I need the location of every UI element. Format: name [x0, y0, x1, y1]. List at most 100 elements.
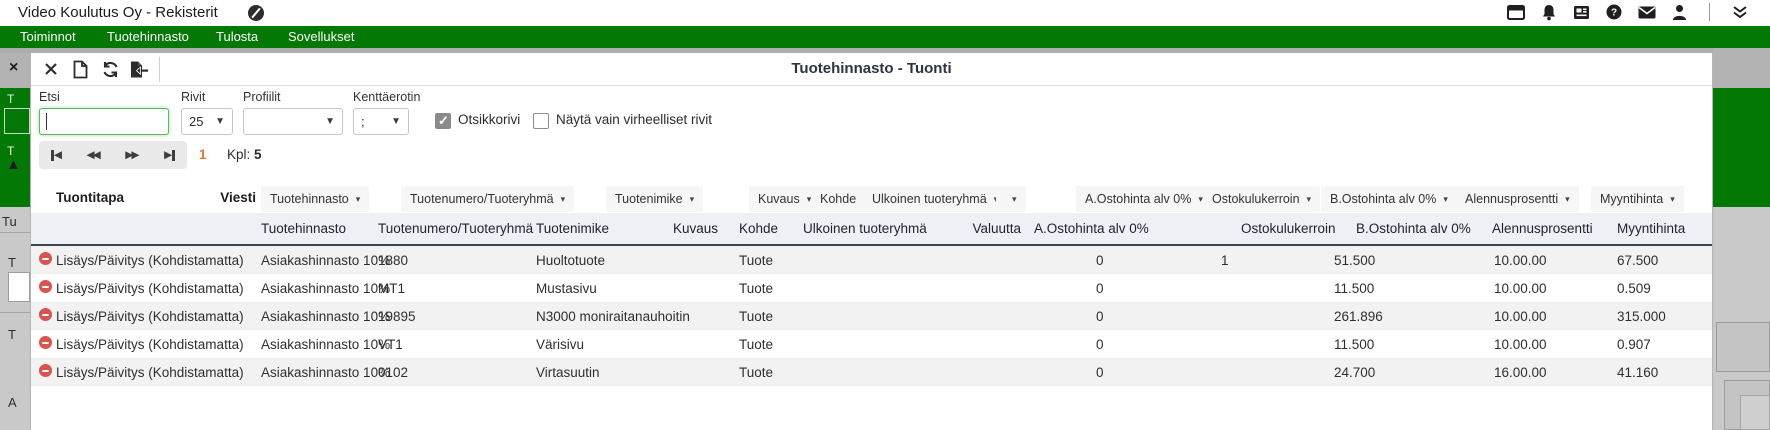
- chevron-down-icon: ▾: [561, 194, 566, 205]
- prev-page-button[interactable]: ◀◀: [87, 150, 101, 161]
- cell-myyntihinta: 0.509: [1617, 281, 1705, 296]
- virheelliset-checkbox[interactable]: [533, 113, 549, 129]
- chevron-down-icon: ▾: [690, 194, 695, 205]
- table-row[interactable]: Lisäys/Päivitys (Kohdistamatta)Asiakashi…: [31, 358, 1712, 386]
- search-input[interactable]: [39, 108, 169, 135]
- remove-row-icon[interactable]: [39, 308, 52, 321]
- table-row[interactable]: Lisäys/Päivitys (Kohdistamatta) Asiakashi…: [31, 302, 1712, 330]
- current-page-number[interactable]: 1: [199, 147, 207, 162]
- remove-row-icon[interactable]: [39, 280, 52, 293]
- remove-row-icon[interactable]: [39, 252, 52, 265]
- background-right-top: [1713, 48, 1770, 88]
- cell-tuotehinnasto: Asiakashinnasto 10%: [261, 281, 378, 296]
- tuontitapa-header: Tuontitapa: [56, 190, 124, 205]
- collapse-chevrons-icon[interactable]: [1732, 5, 1748, 19]
- help-icon[interactable]: ?: [1606, 4, 1622, 20]
- background-tab: ×: [0, 53, 30, 88]
- cell-tuotehinnasto: Asiakashinnasto 10%: [261, 309, 378, 324]
- cell-tuontitapa: Lisäys/Päivitys (Kohdistamatta): [56, 309, 206, 324]
- cell-alennusprosentti: 10.00.00: [1492, 253, 1617, 268]
- cell-b_ostohinta_alv0: 11.500: [1334, 337, 1492, 352]
- cell-a_ostohinta_alv0: 0: [1031, 365, 1156, 380]
- profiles-select[interactable]: ▼: [243, 108, 343, 135]
- menu-item-tuotehinnasto[interactable]: Tuotehinnasto: [107, 29, 189, 44]
- column-header-ostokulukerroin: Ostokulukerroin: [1156, 221, 1334, 236]
- cell-tuotenumero: 19895: [378, 309, 536, 324]
- table-body: Lisäys/Päivitys (Kohdistamatta) Asiakashi…: [31, 246, 1712, 386]
- cell-ostokulukerroin: 1: [1156, 253, 1334, 268]
- cell-tuotenimike: Mustasivu: [536, 281, 673, 296]
- bg-box: [1716, 322, 1770, 372]
- chevron-down-icon: ▾: [1443, 194, 1448, 205]
- cell-tuontitapa: Lisäys/Päivitys (Kohdistamatta): [56, 365, 206, 380]
- cell-b_ostohinta_alv0: 11.500: [1334, 281, 1492, 296]
- table-header-row: TuotehinnastoTuotenumero/TuoteryhmäTuote…: [31, 213, 1712, 246]
- next-page-button[interactable]: ▶▶: [125, 150, 139, 161]
- titlebar-separator: [1709, 3, 1710, 21]
- cell-tuotenumero: 1880: [378, 253, 536, 268]
- column-filter-button-ostokulukerroin[interactable]: Ostokulukerroin▾: [1203, 186, 1320, 212]
- column-filter-label: B.Ostohinta alv 0%: [1330, 192, 1436, 206]
- column-filter-label: Myyntihinta: [1600, 192, 1663, 206]
- column-filter-button-alennusprosentti[interactable]: Alennusprosentti▾: [1456, 186, 1579, 212]
- bg-text-fragment: T: [8, 255, 16, 270]
- first-page-button[interactable]: ◀: [51, 150, 62, 161]
- menu-item-tulosta[interactable]: Tulosta: [216, 29, 258, 44]
- kenttaerotin-label: Kenttäerotin: [353, 90, 420, 104]
- background-left-green: T T ▲: [0, 88, 30, 207]
- column-header-b_ostohinta_alv0: B.Ostohinta alv 0%: [1334, 221, 1492, 236]
- dialog-toolbar: Tuotehinnasto - Tuonti: [31, 53, 1712, 86]
- background-right-gray: [1713, 207, 1770, 430]
- column-filter-label: Tuotenimike: [615, 192, 683, 206]
- field-separator-select[interactable]: ;▼: [353, 108, 409, 135]
- cell-myyntihinta: 67.500: [1617, 253, 1705, 268]
- column-filter-label: Tuotenumero/Tuoteryhmä: [410, 192, 554, 206]
- mail-icon[interactable]: [1638, 6, 1656, 19]
- window-icon[interactable]: [1507, 5, 1525, 20]
- column-filter-label: Ostokulukerroin: [1212, 192, 1300, 206]
- cell-alennusprosentti: 10.00.00: [1492, 309, 1617, 324]
- column-filter-button-a-ostohinta-alv-0-[interactable]: A.Ostohinta alv 0%▾: [1076, 186, 1212, 212]
- otsikkorivi-checkbox[interactable]: [435, 113, 451, 129]
- app-titlebar: Video Koulutus Oy - Rekisterit ?: [0, 0, 1770, 26]
- chevron-down-icon: ▼: [391, 116, 401, 127]
- table-row[interactable]: Lisäys/Päivitys (Kohdistamatta)Asiakashi…: [31, 246, 1712, 274]
- tab-close-icon[interactable]: ×: [9, 59, 18, 77]
- cell-kohde: Tuote: [739, 281, 803, 296]
- profiilit-label: Profiilit: [243, 90, 281, 104]
- table-row[interactable]: Lisäys/Päivitys (Kohdistamatta)Asiakashi…: [31, 330, 1712, 358]
- remove-row-icon[interactable]: [39, 364, 52, 377]
- column-filter-button-b-ostohinta-alv-0-[interactable]: B.Ostohinta alv 0% ▾: [1321, 186, 1457, 212]
- column-filter-button-kuvaus[interactable]: Kuvaus▾: [749, 186, 820, 212]
- column-header-kuvaus: Kuvaus: [673, 221, 739, 236]
- column-header-myyntihinta: Myyntihinta: [1617, 221, 1705, 236]
- cell-myyntihinta: 0.907: [1617, 337, 1705, 352]
- bg-divider: [0, 232, 30, 233]
- menu-item-sovellukset[interactable]: Sovellukset: [288, 29, 354, 44]
- column-filter-button-myyntihinta[interactable]: Myyntihinta▾: [1591, 186, 1684, 212]
- bg-box: [4, 108, 30, 134]
- last-page-button[interactable]: ▶: [164, 150, 175, 161]
- column-filter-button-empty[interactable]: ▾: [996, 186, 1026, 212]
- cell-tuotehinnasto: Asiakashinnasto 10%: [261, 337, 378, 352]
- column-filter-button-tuotenumero-tuoteryhm-[interactable]: Tuotenumero/Tuoteryhmä ▾: [401, 186, 574, 212]
- etsi-label: Etsi: [39, 90, 60, 104]
- background-left-gray: Tu T T A: [0, 207, 30, 430]
- column-filter-button-ulkoinen-tuoteryhm-[interactable]: Ulkoinen tuoteryhmä▾: [863, 186, 1007, 212]
- row-count-value: 5: [254, 147, 262, 162]
- remove-row-icon[interactable]: [39, 336, 52, 349]
- menu-item-toiminnot[interactable]: Toiminnot: [20, 29, 76, 44]
- row-count: Kpl: 5: [227, 147, 262, 162]
- screen: { "titlebar": { "app_title": "Video Koul…: [0, 0, 1770, 430]
- cell-tuontitapa: Lisäys/Päivitys (Kohdistamatta): [56, 281, 206, 296]
- news-icon[interactable]: [1573, 5, 1590, 20]
- column-filter-button-tuotehinnasto[interactable]: Tuotehinnasto▾: [261, 186, 369, 212]
- cell-tuotenimike: Värisivu: [536, 337, 673, 352]
- cell-tuotehinnasto: Asiakashinnasto 10%: [261, 253, 378, 268]
- column-filter-button-tuotenimike[interactable]: Tuotenimike ▾: [606, 186, 703, 212]
- user-icon[interactable]: [1672, 4, 1687, 20]
- notifications-bell-icon[interactable]: [1541, 4, 1557, 21]
- cell-myyntihinta: 41.160: [1617, 365, 1705, 380]
- table-row[interactable]: Lisäys/Päivitys (Kohdistamatta) Asiakashi…: [31, 274, 1712, 302]
- rows-per-page-select[interactable]: 25▼: [181, 108, 233, 135]
